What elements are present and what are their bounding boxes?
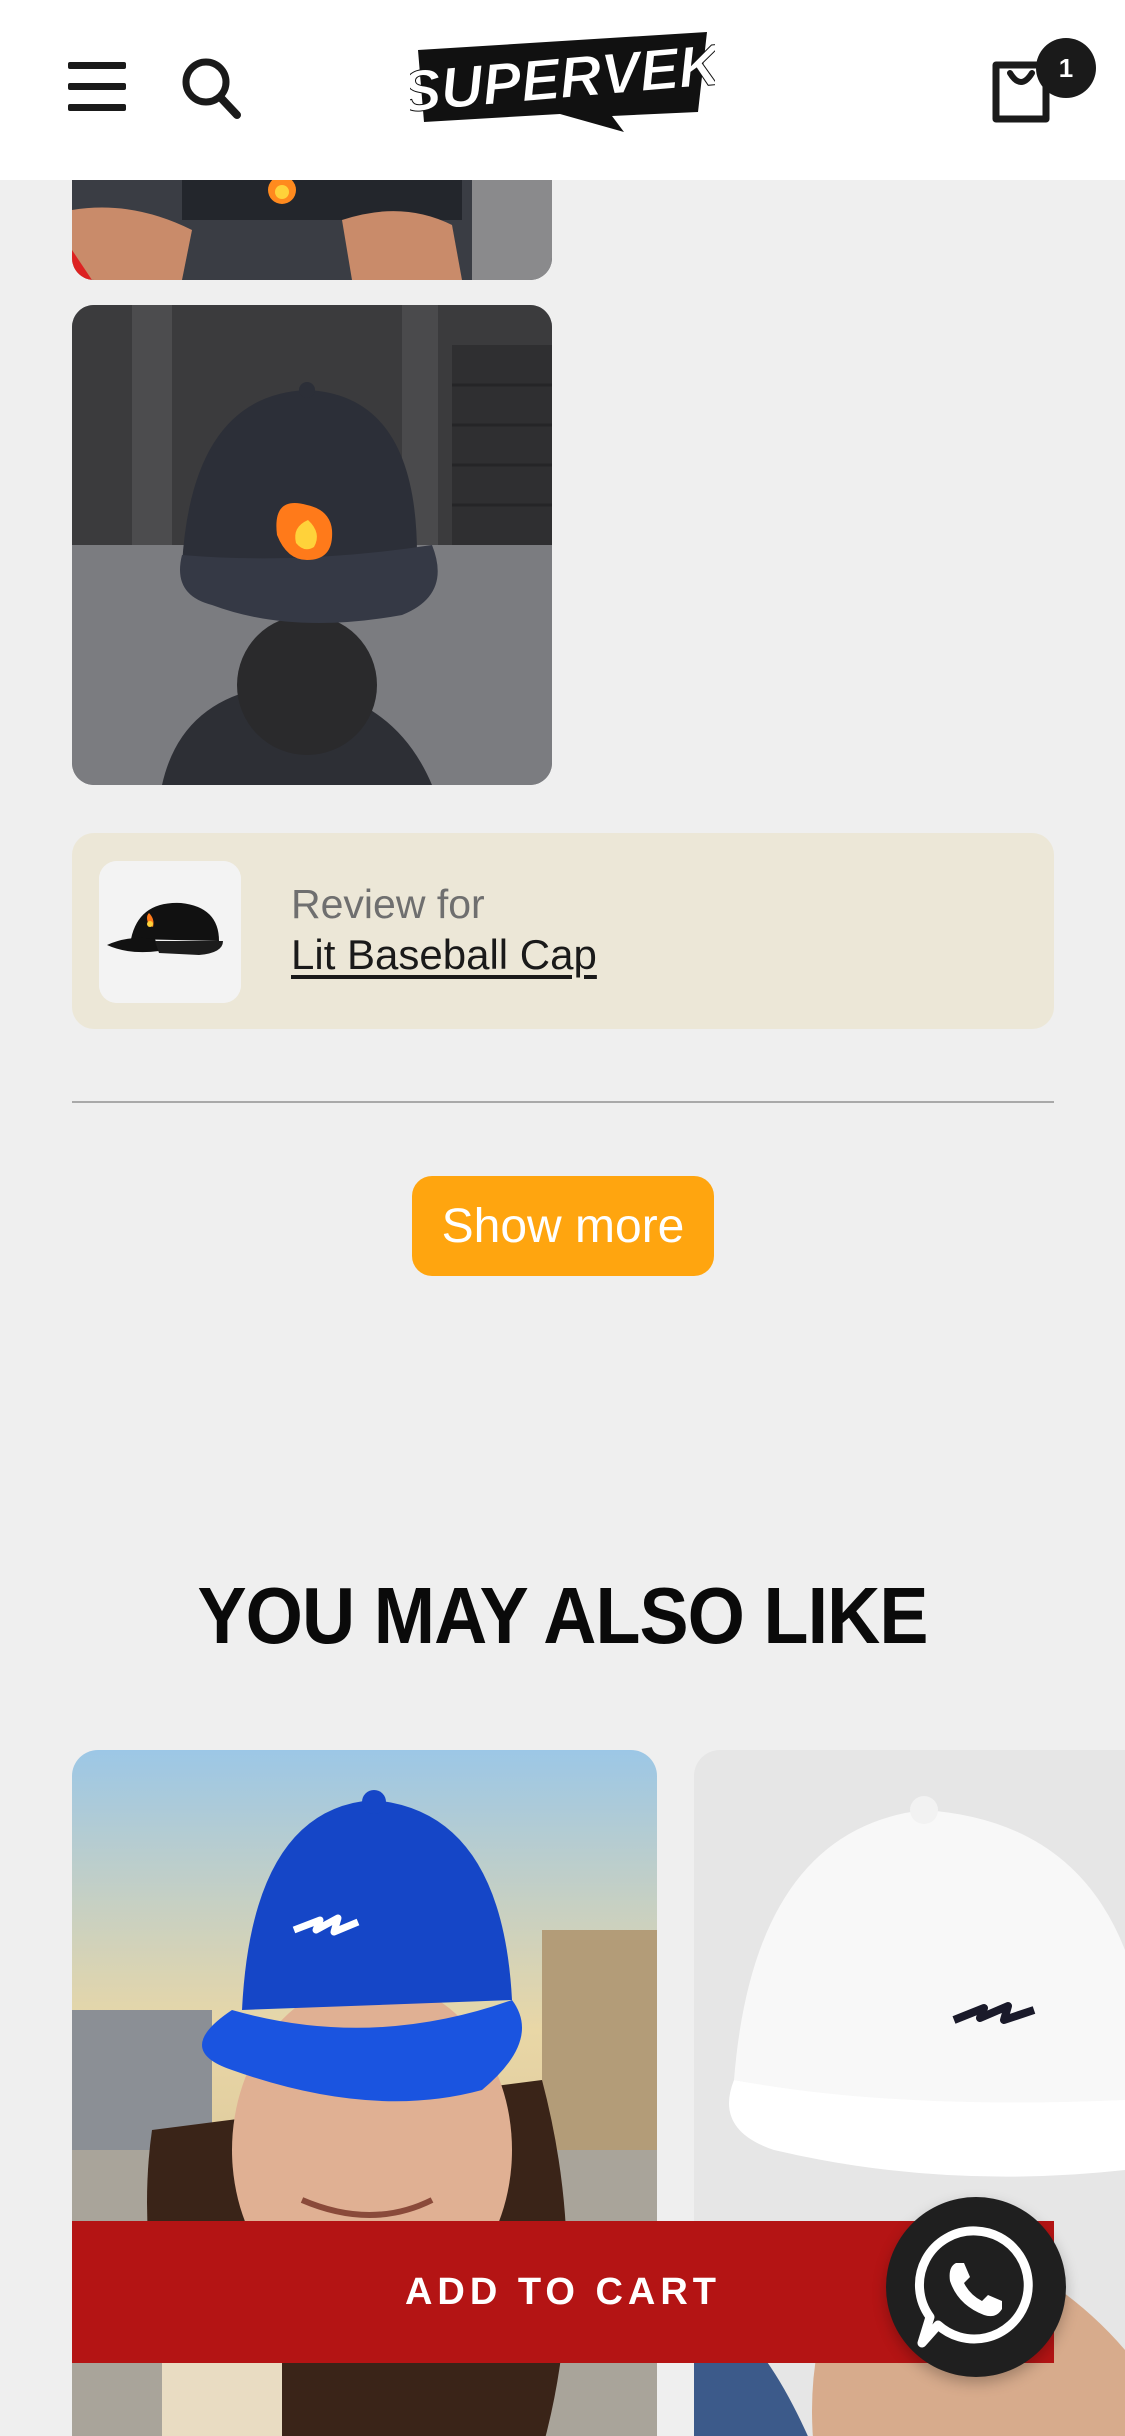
review-photo[interactable] <box>72 180 552 280</box>
show-more-button[interactable]: Show more <box>412 1176 714 1276</box>
review-product-card: Review for Lit Baseball Cap <box>72 833 1054 1029</box>
review-photo[interactable] <box>72 305 552 785</box>
search-button[interactable] <box>180 56 242 120</box>
site-header: SUPERVEK 1 <box>0 0 1125 180</box>
cart-count-badge: 1 <box>1036 38 1096 98</box>
reviewed-product-link[interactable]: Lit Baseball Cap <box>291 931 597 979</box>
whatsapp-chat-button[interactable] <box>886 2197 1066 2377</box>
menu-icon-bar <box>68 104 126 111</box>
section-divider <box>72 1101 1054 1103</box>
brand-logo[interactable]: SUPERVEK <box>410 28 715 140</box>
menu-icon-bar <box>68 83 126 90</box>
whatsapp-icon <box>914 2226 1033 2348</box>
review-product-thumbnail[interactable] <box>99 861 241 1003</box>
review-for-label: Review for <box>291 881 485 927</box>
recommendations-title: YOU MAY ALSO LIKE <box>197 1571 928 1660</box>
search-icon <box>182 58 241 119</box>
menu-icon-bar <box>68 62 126 69</box>
menu-button[interactable] <box>68 62 126 112</box>
